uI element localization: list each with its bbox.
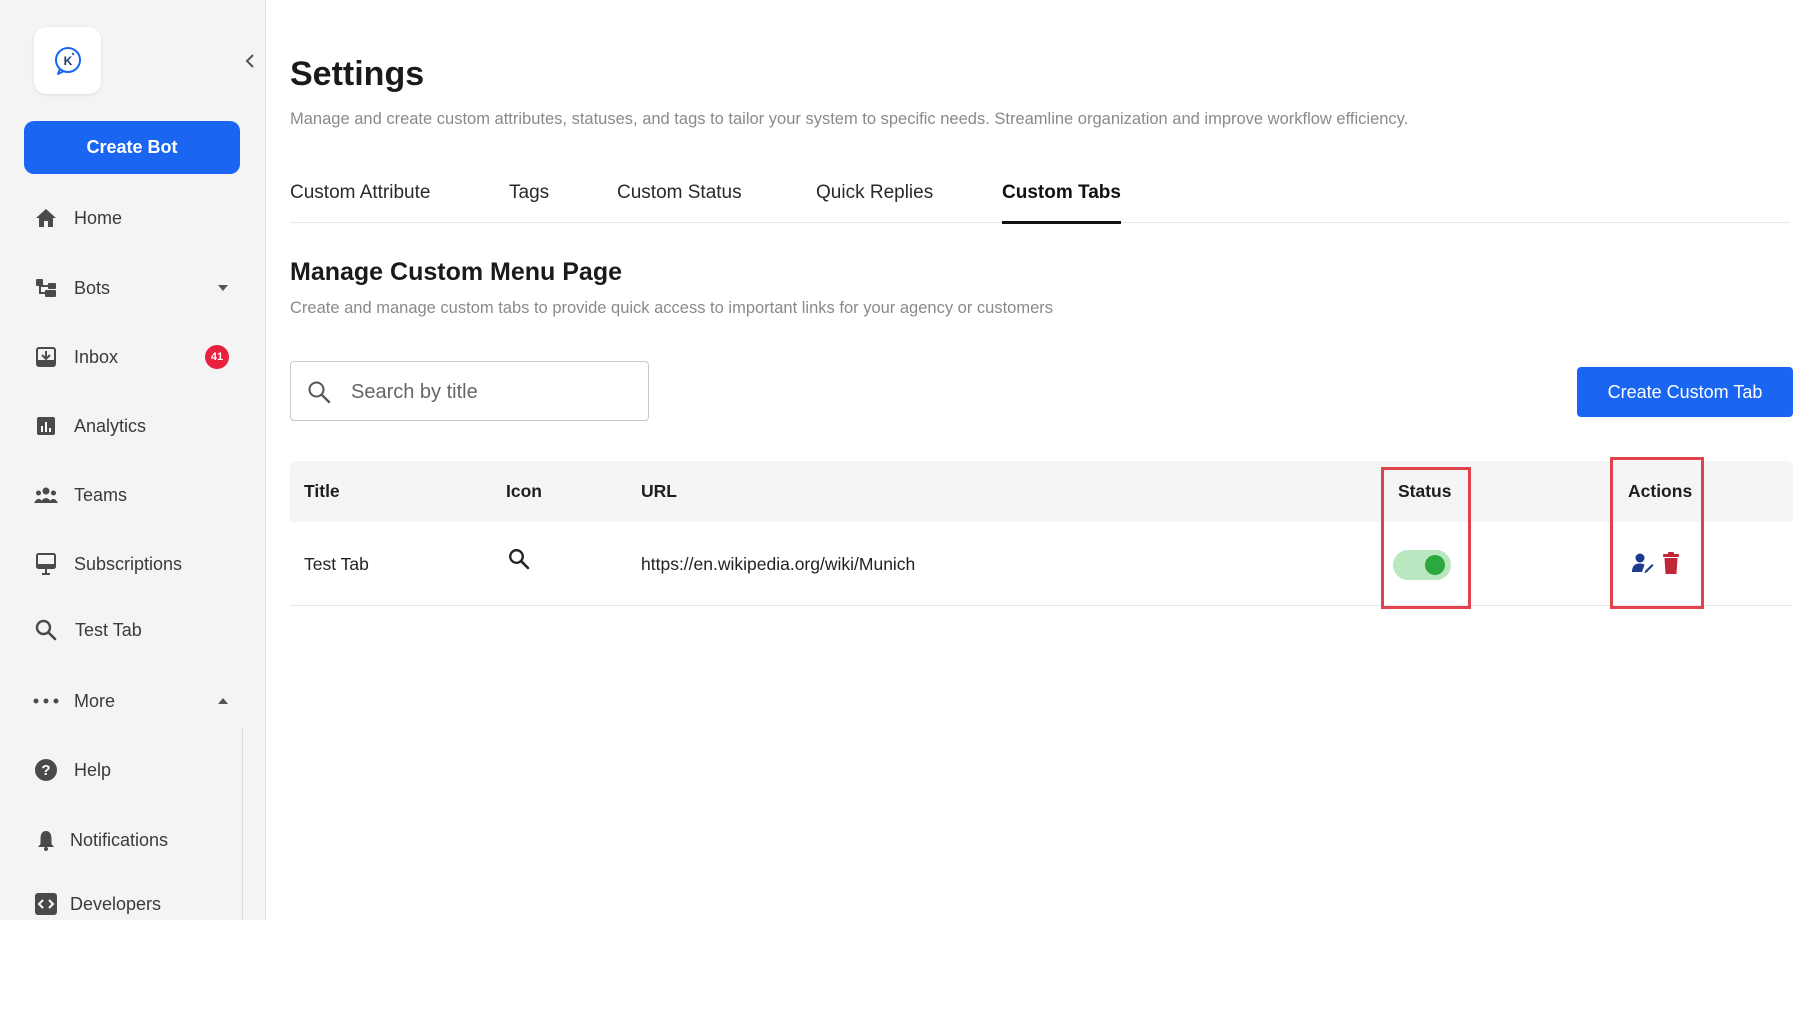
help-icon: ? [33, 757, 59, 783]
sidebar-item-label: Notifications [70, 829, 169, 850]
chat-bubble-logo-icon: K [54, 46, 81, 75]
search-icon [307, 380, 331, 404]
sidebar-item-label: Developers [70, 893, 162, 914]
svg-text:K: K [63, 54, 72, 68]
sidebar-item-label: Bots [74, 277, 111, 298]
table-header: Title Icon URL Status Actions [290, 461, 1793, 522]
caret-down-icon [216, 281, 230, 295]
column-header-icon: Icon [506, 481, 542, 501]
search-icon [508, 548, 530, 575]
teams-icon [33, 482, 59, 508]
sidebar-item-developers[interactable]: Developers [0, 888, 246, 920]
settings-tabs: Custom Attribute Tags Custom Status Quic… [290, 176, 1790, 224]
column-header-url: URL [641, 481, 677, 501]
row-url: https://en.wikipedia.org/wiki/Munich [641, 554, 916, 574]
page-subtitle: Manage and create custom attributes, sta… [290, 110, 1409, 128]
inbox-icon [33, 344, 59, 370]
chevron-left-icon [245, 54, 254, 68]
search-icon [33, 617, 59, 643]
search-input[interactable] [351, 372, 631, 412]
bell-icon [33, 827, 59, 853]
sidebar-item-label: Inbox [74, 346, 119, 367]
sidebar-item-more[interactable]: More [0, 679, 246, 723]
sidebar-item-label: Analytics [74, 415, 147, 436]
tab-custom-status[interactable]: Custom Status [617, 176, 742, 223]
home-icon [33, 205, 59, 231]
sidebar-item-label: Home [74, 207, 123, 228]
sidebar-item-label: Help [74, 759, 112, 780]
table-row: Test Tab https://en.wikipedia.org/wiki/M… [290, 522, 1793, 606]
sidebar-item-notifications[interactable]: Notifications [0, 818, 246, 862]
sidebar-item-test-tab[interactable]: Test Tab [0, 608, 246, 652]
tab-custom-tabs[interactable]: Custom Tabs [1002, 176, 1121, 224]
tab-tags[interactable]: Tags [509, 176, 549, 223]
section-title: Manage Custom Menu Page [290, 258, 622, 286]
sidebar-item-label: Test Tab [75, 619, 142, 640]
collapse-sidebar-button[interactable] [240, 50, 260, 72]
actions-column-highlight [1610, 457, 1704, 609]
sidebar-item-help[interactable]: ? Help [0, 748, 246, 792]
sidebar: K Create Bot Home Bots Inbox 41 Analytic… [0, 0, 266, 920]
sidebar-item-analytics[interactable]: Analytics [0, 404, 246, 448]
sidebar-item-subscriptions[interactable]: Subscriptions [0, 542, 246, 586]
custom-tabs-table: Title Icon URL Status Actions Test Tab h… [290, 461, 1793, 606]
create-bot-button[interactable]: Create Bot [24, 121, 240, 174]
tab-custom-attribute[interactable]: Custom Attribute [290, 176, 430, 223]
sidebar-item-bots[interactable]: Bots [0, 266, 246, 310]
svg-text:?: ? [41, 762, 50, 779]
row-title: Test Tab [304, 554, 369, 574]
subscriptions-icon [33, 551, 59, 577]
sidebar-item-label: Teams [74, 484, 128, 505]
sidebar-item-label: More [74, 690, 116, 711]
app-logo[interactable]: K [34, 27, 101, 94]
inbox-count-badge: 41 [205, 345, 229, 369]
bots-icon [33, 275, 59, 301]
sidebar-item-label: Subscriptions [74, 553, 183, 574]
page-title: Settings [290, 55, 425, 93]
sidebar-item-teams[interactable]: Teams [0, 473, 246, 517]
sidebar-item-home[interactable]: Home [0, 196, 246, 240]
status-column-highlight [1381, 467, 1471, 609]
main-content: Settings Manage and create custom attrib… [290, 0, 1793, 920]
analytics-icon [33, 413, 59, 439]
caret-up-icon [216, 694, 230, 708]
column-header-title: Title [304, 481, 340, 501]
search-box [290, 361, 649, 421]
create-custom-tab-button[interactable]: Create Custom Tab [1577, 367, 1793, 417]
more-dots-icon [33, 688, 59, 714]
tab-quick-replies[interactable]: Quick Replies [816, 176, 933, 223]
section-subtitle: Create and manage custom tabs to provide… [290, 299, 1054, 317]
sidebar-item-inbox[interactable]: Inbox 41 [0, 335, 246, 379]
code-icon [33, 891, 59, 917]
